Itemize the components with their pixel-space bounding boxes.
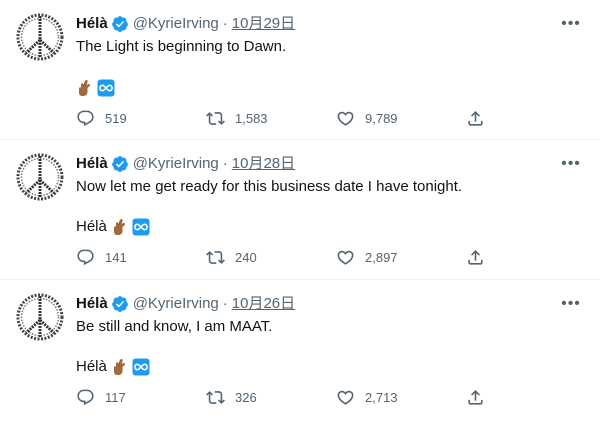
retweet-count: 1,583: [235, 111, 268, 126]
display-name[interactable]: Hélà: [76, 154, 108, 174]
like-count: 2,897: [365, 250, 398, 265]
reply-button[interactable]: 141: [76, 248, 206, 267]
verified-badge-icon: [111, 155, 129, 173]
peace-symbol-icon: [16, 293, 64, 341]
reply-button[interactable]: 519: [76, 109, 206, 128]
handle[interactable]: @KyrieIrving: [133, 14, 219, 34]
separator: ·: [222, 295, 228, 312]
tweet-text: Be still and know, I am MAAT.: [76, 318, 273, 335]
reply-count: 117: [105, 390, 126, 405]
retweet-button[interactable]: 326: [206, 388, 336, 407]
infinity-emoji-icon: [132, 358, 150, 376]
avatar[interactable]: [16, 293, 64, 341]
separator: ·: [222, 155, 228, 172]
verified-badge-icon: [111, 15, 129, 33]
crossed-fingers-emoji-icon: [111, 218, 129, 236]
tweet-text: Now let me get ready for this business d…: [76, 178, 463, 195]
share-icon: [468, 390, 483, 405]
more-options-icon[interactable]: •••: [558, 13, 584, 35]
like-count: 9,789: [365, 111, 398, 126]
more-options-icon[interactable]: •••: [558, 293, 584, 315]
more-options-icon[interactable]: •••: [558, 153, 584, 175]
retweet-icon: [206, 251, 225, 264]
signature-text: Hélà: [76, 218, 107, 235]
heart-icon: [337, 390, 354, 405]
peace-symbol-icon: [16, 153, 64, 201]
reply-icon: [77, 249, 94, 266]
display-name[interactable]: Hélà: [76, 294, 108, 314]
reply-icon: [77, 110, 94, 127]
display-name[interactable]: Hélà: [76, 14, 108, 34]
timestamp-link[interactable]: 10月28日: [232, 154, 295, 174]
tweet[interactable]: Hélà @KyrieIrving · 10月26日 ••• Be still …: [0, 280, 600, 422]
handle[interactable]: @KyrieIrving: [133, 154, 219, 174]
peace-symbol-icon: [16, 13, 64, 61]
tweet-text: The Light is beginning to Dawn.: [76, 38, 287, 55]
signature-text: Hélà: [76, 358, 107, 375]
infinity-emoji-icon: [132, 218, 150, 236]
retweet-icon: [206, 391, 225, 404]
reply-count: 141: [105, 250, 127, 265]
like-button[interactable]: 2,713: [336, 388, 466, 407]
share-icon: [468, 111, 483, 126]
retweet-icon: [206, 112, 225, 125]
reply-icon: [77, 389, 94, 406]
share-button[interactable]: [466, 388, 495, 407]
retweet-count: 240: [235, 250, 257, 265]
tweet[interactable]: Hélà @KyrieIrving · 10月29日 ••• The Light…: [0, 0, 600, 140]
separator: ·: [222, 15, 228, 32]
crossed-fingers-emoji-icon: [111, 358, 129, 376]
timestamp-link[interactable]: 10月26日: [232, 294, 295, 314]
reply-count: 519: [105, 111, 127, 126]
handle[interactable]: @KyrieIrving: [133, 294, 219, 314]
retweet-button[interactable]: 1,583: [206, 109, 336, 128]
heart-icon: [337, 111, 354, 126]
like-button[interactable]: 9,789: [336, 109, 466, 128]
avatar[interactable]: [16, 153, 64, 201]
timestamp-link[interactable]: 10月29日: [232, 14, 295, 34]
share-button[interactable]: [466, 248, 495, 267]
avatar[interactable]: [16, 13, 64, 61]
heart-icon: [337, 250, 354, 265]
like-count: 2,713: [365, 390, 398, 405]
retweet-count: 326: [235, 390, 257, 405]
reply-button[interactable]: 117: [76, 388, 206, 407]
share-icon: [468, 250, 483, 265]
like-button[interactable]: 2,897: [336, 248, 466, 267]
verified-badge-icon: [111, 295, 129, 313]
crossed-fingers-emoji-icon: [76, 79, 94, 97]
share-button[interactable]: [466, 109, 495, 128]
retweet-button[interactable]: 240: [206, 248, 336, 267]
tweet[interactable]: Hélà @KyrieIrving · 10月28日 ••• Now let m…: [0, 140, 600, 280]
infinity-emoji-icon: [97, 79, 115, 97]
